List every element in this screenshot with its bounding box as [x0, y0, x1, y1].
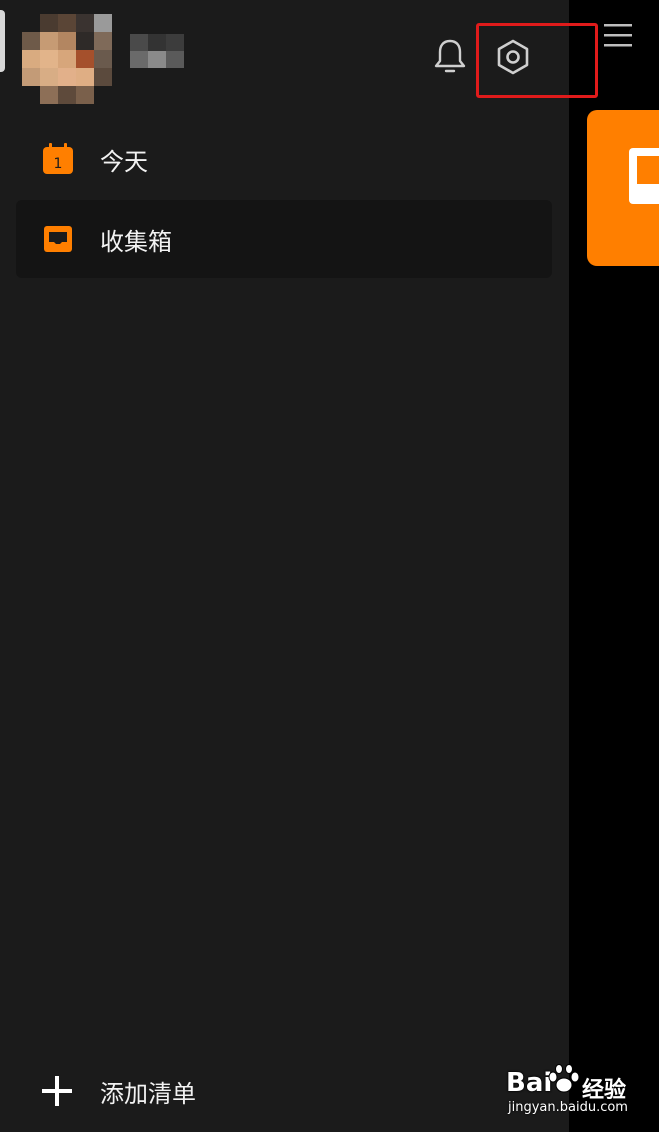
nav-item-label: 今天 — [100, 147, 148, 176]
watermark-url: jingyan.baidu.com — [508, 1100, 628, 1115]
plus-icon — [42, 1076, 72, 1106]
calendar-icon: 1 — [43, 143, 73, 174]
settings-highlight-box — [476, 23, 598, 98]
inbox-card-peek[interactable] — [587, 110, 659, 266]
add-list-label: 添加清单 — [100, 1079, 196, 1108]
inbox-icon — [629, 148, 659, 204]
nav-item-label: 收集箱 — [100, 227, 172, 256]
inbox-icon — [44, 226, 72, 252]
username-blurred — [130, 34, 186, 68]
avatar[interactable] — [22, 14, 118, 110]
notification-button[interactable] — [430, 36, 470, 76]
hamburger-icon — [604, 24, 632, 47]
baidu-paw-icon — [548, 1064, 580, 1093]
calendar-date-badge: 1 — [54, 156, 63, 172]
nav-item-inbox[interactable]: 收集箱 — [16, 200, 552, 278]
add-list-button[interactable]: 添加清单 — [40, 1066, 300, 1116]
navigation-drawer: 1 今天 收集箱 添加清单 — [0, 0, 598, 1132]
baidu-jingyan-watermark: Bai 经验 jingyan.baidu.com — [500, 1058, 650, 1122]
bell-icon — [434, 39, 466, 73]
nav-item-today[interactable]: 1 今天 — [16, 120, 552, 198]
menu-button[interactable] — [600, 18, 636, 52]
back-gesture-handle[interactable] — [0, 10, 5, 72]
